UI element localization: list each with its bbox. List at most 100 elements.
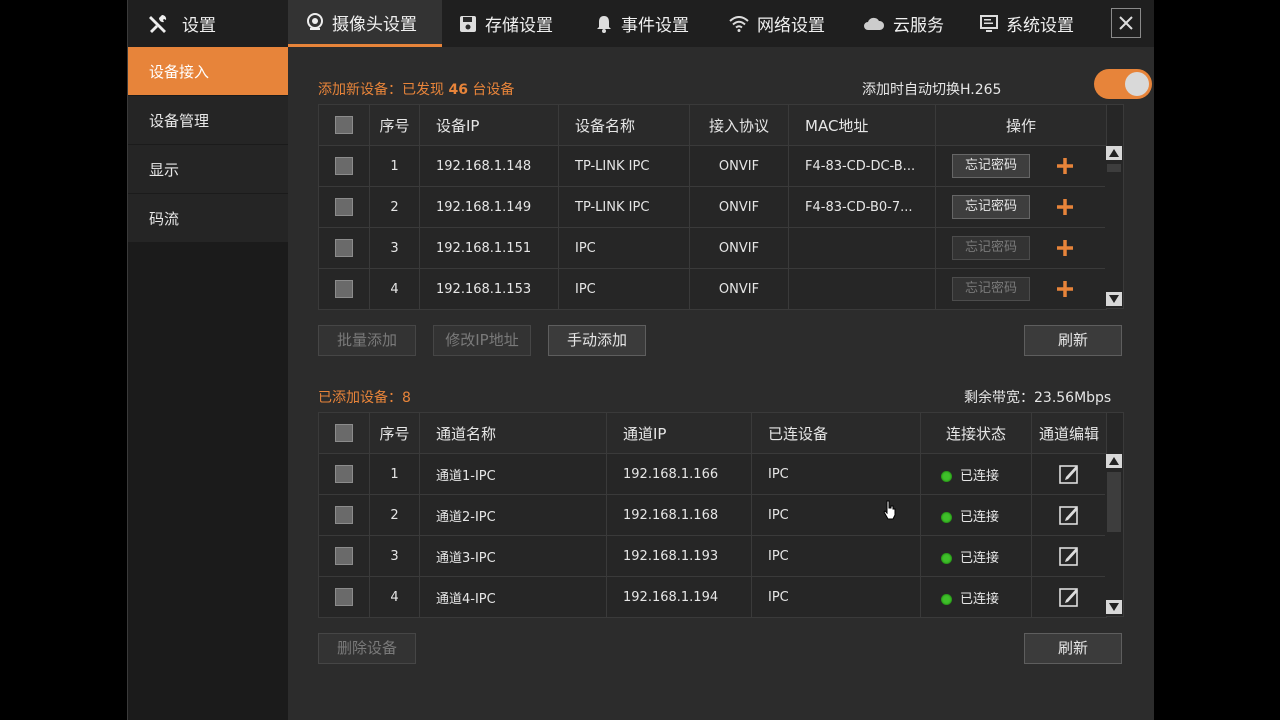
row-checkbox[interactable] [335, 157, 353, 175]
sidebar-item-label: 设备接入 [149, 62, 210, 81]
row-select-cell [318, 535, 370, 577]
row-checkbox[interactable] [335, 239, 353, 257]
table-row[interactable]: 2 192.168.1.149 TP-LINK IPC ONVIF F4-83-… [318, 186, 1107, 228]
row-checkbox[interactable] [335, 198, 353, 216]
channel-ip: 192.168.1.168 [606, 494, 752, 536]
tab-storage-settings[interactable]: 存储设置 [459, 0, 553, 47]
device-protocol: ONVIF [689, 268, 789, 310]
sidebar-item-device-access[interactable]: 设备接入 [128, 47, 288, 96]
tab-system-settings[interactable]: 系统设置 [980, 0, 1074, 47]
modify-ip-button[interactable]: 修改IP地址 [433, 325, 531, 356]
delete-device-button[interactable]: 删除设备 [318, 633, 416, 664]
edit-icon[interactable] [1058, 545, 1080, 567]
row-checkbox[interactable] [335, 465, 353, 483]
sidebar-item-display[interactable]: 显示 [128, 145, 288, 194]
column-header: 连接状态 [920, 412, 1032, 454]
column-header: 序号 [369, 412, 420, 454]
tab-event-settings[interactable]: 事件设置 [595, 0, 689, 47]
channel-edit-cell [1031, 453, 1107, 495]
scroll-up-arrow[interactable] [1106, 146, 1122, 160]
edit-icon[interactable] [1058, 463, 1080, 485]
sidebar-item-device-management[interactable]: 设备管理 [128, 96, 288, 145]
table-row[interactable]: 2 通道2-IPC 192.168.1.168 IPC 已连接 [318, 494, 1107, 536]
tab-camera-settings[interactable]: 摄像头设置 [288, 0, 442, 47]
status-text: 已连接 [960, 468, 1000, 484]
remaining-bandwidth: 剩余带宽：23.56Mbps [964, 390, 1112, 406]
scroll-down-arrow[interactable] [1106, 292, 1122, 306]
status-dot-icon [941, 470, 952, 482]
sidebar-item-label: 设备管理 [149, 111, 210, 130]
row-checkbox[interactable] [335, 547, 353, 565]
row-checkbox[interactable] [335, 506, 353, 524]
row-number: 3 [369, 535, 420, 577]
column-header: 设备名称 [558, 104, 690, 146]
row-checkbox[interactable] [335, 588, 353, 606]
tab-label: 事件设置 [621, 16, 689, 36]
table-row[interactable]: 3 192.168.1.151 IPC ONVIF 忘记密码 [318, 227, 1107, 269]
select-all-checkbox[interactable] [335, 116, 353, 135]
refresh-added-button[interactable]: 刷新 [1024, 633, 1122, 664]
settings-window: 设置 摄像头设置 存储设置 事件设置 网络设置 云服务 系统设置 设备接入 设备… [127, 0, 1154, 720]
device-protocol: ONVIF [689, 227, 789, 269]
select-all-checkbox[interactable] [335, 424, 353, 443]
column-header: 序号 [369, 104, 420, 146]
manual-add-button[interactable]: 手动添加 [548, 325, 646, 356]
auto-switch-h265-toggle[interactable] [1094, 69, 1152, 99]
edit-icon[interactable] [1058, 586, 1080, 608]
forgot-password-button[interactable]: 忘记密码 [952, 195, 1030, 219]
row-select-cell [318, 576, 370, 618]
channel-edit-cell [1031, 494, 1107, 536]
table-header-row: 序号 通道名称 通道IP 已连设备 连接状态 通道编辑 [318, 412, 1107, 454]
monitor-icon [980, 14, 998, 32]
camera-icon [307, 13, 323, 30]
bell-icon [597, 15, 611, 33]
channel-ip: 192.168.1.166 [606, 453, 752, 495]
tab-cloud-service[interactable]: 云服务 [863, 0, 944, 47]
connected-device: IPC [751, 453, 921, 495]
refresh-discovered-button[interactable]: 刷新 [1024, 325, 1122, 356]
channel-edit-cell [1031, 535, 1107, 577]
scroll-thumb[interactable] [1107, 472, 1121, 532]
connection-status: 已连接 [920, 453, 1032, 495]
row-number: 1 [369, 145, 420, 187]
plus-icon[interactable] [1056, 239, 1074, 257]
row-number: 1 [369, 453, 420, 495]
plus-icon[interactable] [1056, 157, 1074, 175]
column-header: MAC地址 [788, 104, 936, 146]
table-row[interactable]: 1 192.168.1.148 TP-LINK IPC ONVIF F4-83-… [318, 145, 1107, 187]
tab-label: 网络设置 [757, 16, 825, 36]
table-row[interactable]: 4 192.168.1.153 IPC ONVIF 忘记密码 [318, 268, 1107, 310]
device-protocol: ONVIF [689, 145, 789, 187]
sidebar-item-stream[interactable]: 码流 [128, 194, 288, 243]
table-row[interactable]: 4 通道4-IPC 192.168.1.194 IPC 已连接 [318, 576, 1107, 618]
device-ip: 192.168.1.153 [419, 268, 559, 310]
sidebar: 设备接入 设备管理 显示 码流 [128, 47, 288, 720]
tab-label: 云服务 [893, 16, 944, 36]
table-row[interactable]: 1 通道1-IPC 192.168.1.166 IPC 已连接 [318, 453, 1107, 495]
row-select-cell [318, 453, 370, 495]
toggle-knob [1125, 72, 1149, 96]
added-table-scrollbar[interactable] [1105, 454, 1123, 616]
tools-icon [149, 14, 167, 33]
tab-network-settings[interactable]: 网络设置 [729, 0, 825, 47]
close-button[interactable] [1111, 8, 1141, 38]
plus-icon[interactable] [1056, 280, 1074, 298]
added-devices-table-container: 序号 通道名称 通道IP 已连设备 连接状态 通道编辑 1 通道1-IPC 19… [318, 412, 1124, 618]
table-row[interactable]: 3 通道3-IPC 192.168.1.193 IPC 已连接 [318, 535, 1107, 577]
edit-icon[interactable] [1058, 504, 1080, 526]
plus-icon[interactable] [1056, 198, 1074, 216]
batch-add-button[interactable]: 批量添加 [318, 325, 416, 356]
scroll-up-arrow[interactable] [1106, 454, 1122, 468]
save-icon [460, 15, 476, 32]
discovered-table-scrollbar[interactable] [1105, 146, 1123, 308]
device-name: IPC [558, 227, 690, 269]
status-dot-icon [941, 593, 952, 605]
scroll-down-arrow[interactable] [1106, 600, 1122, 614]
status-text: 已连接 [960, 591, 1000, 607]
top-bar: 设置 摄像头设置 存储设置 事件设置 网络设置 云服务 系统设置 [128, 0, 1154, 47]
forgot-password-button[interactable]: 忘记密码 [952, 154, 1030, 178]
status-dot-icon [941, 511, 952, 523]
scroll-thumb[interactable] [1107, 164, 1121, 172]
row-checkbox[interactable] [335, 280, 353, 298]
row-number: 3 [369, 227, 420, 269]
